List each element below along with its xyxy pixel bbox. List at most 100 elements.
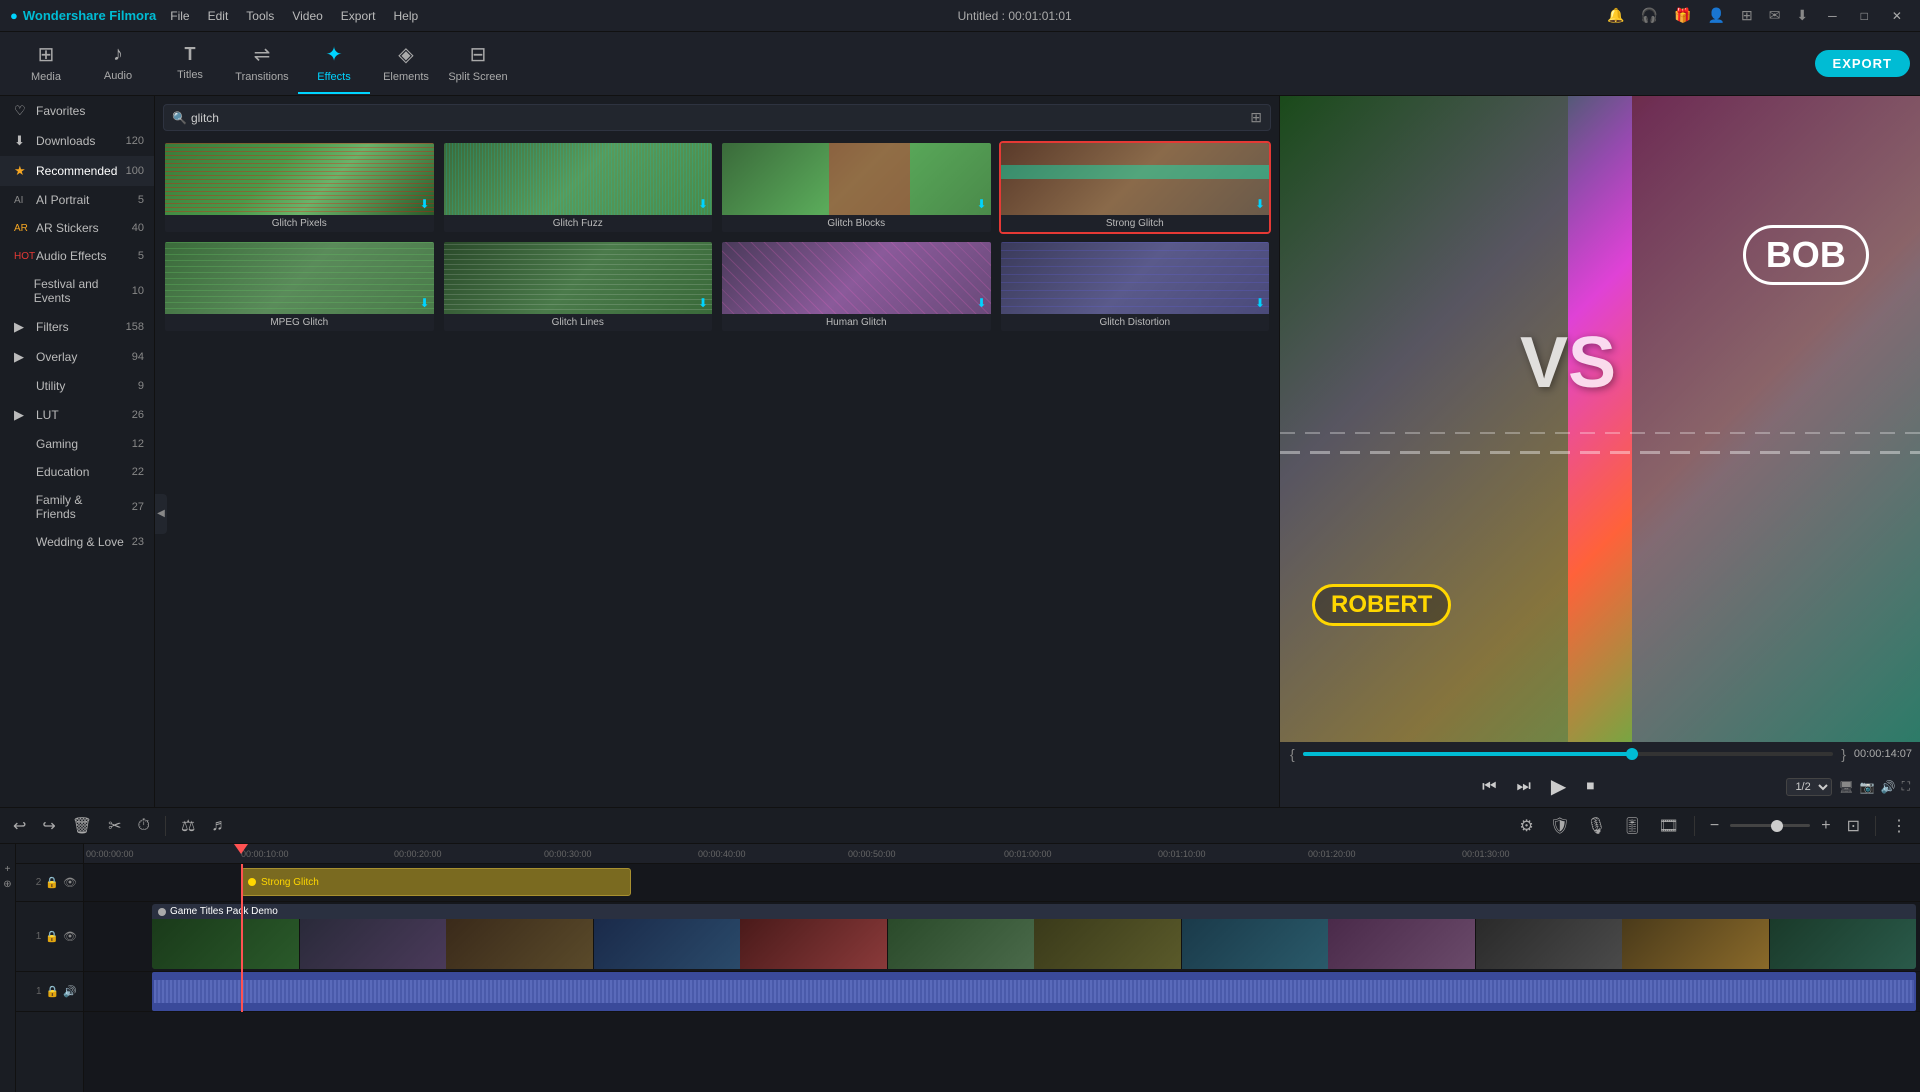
mail-icon[interactable]: ✉ bbox=[1765, 5, 1785, 26]
search-input[interactable] bbox=[191, 111, 1250, 125]
menu-file[interactable]: File bbox=[162, 7, 197, 25]
effect-human-glitch[interactable]: ⬇ Human Glitch bbox=[720, 240, 993, 333]
zoom-in-button[interactable]: + bbox=[1816, 815, 1835, 837]
playback-center: ⏮ ⏭ ▶ ⏹ bbox=[1476, 772, 1600, 801]
menu-edit[interactable]: Edit bbox=[200, 7, 237, 25]
progress-knob[interactable] bbox=[1626, 748, 1638, 760]
screenshot-icon[interactable]: 📷 bbox=[1860, 780, 1875, 794]
zoom-out-button[interactable]: − bbox=[1705, 815, 1724, 837]
add-audio-track-icon[interactable]: ⊕ bbox=[3, 879, 11, 890]
cut-button[interactable]: ✂ bbox=[103, 814, 126, 838]
effect-glitch-blocks[interactable]: ⬇ Glitch Blocks bbox=[720, 141, 993, 234]
effect-strong-glitch[interactable]: ⬇ Strong Glitch bbox=[999, 141, 1272, 234]
shield-button[interactable]: 🛡 bbox=[1545, 814, 1575, 838]
fullscreen-icon[interactable]: ⛶ bbox=[1902, 779, 1910, 794]
audio-adjust-button[interactable]: ♬ bbox=[206, 815, 232, 837]
sidebar-item-favorites[interactable]: ♡ Favorites bbox=[0, 96, 154, 126]
fit-button[interactable]: ⊡ bbox=[1842, 814, 1865, 838]
clip-dot bbox=[158, 908, 166, 916]
page-select[interactable]: 1/2 2/2 bbox=[1786, 778, 1832, 796]
voiceover-button[interactable]: 🎚 bbox=[1617, 814, 1647, 838]
skip-back-button[interactable]: ⏮ bbox=[1476, 776, 1502, 798]
more-button[interactable]: ⋮ bbox=[1886, 814, 1912, 838]
sidebar-item-ar-stickers[interactable]: AR AR Stickers 40 bbox=[0, 214, 154, 242]
step-back-button[interactable]: ⏭ bbox=[1511, 776, 1537, 798]
sidebar-item-lut[interactable]: ▶ LUT 26 bbox=[0, 400, 154, 430]
sidebar-item-education[interactable]: Education 22 bbox=[0, 458, 154, 486]
lock-icon[interactable]: 🔒 bbox=[45, 930, 59, 943]
preview-progress-bar-area: { } 00:00:14:07 bbox=[1280, 742, 1920, 766]
headset-icon[interactable]: 🎧 bbox=[1637, 5, 1662, 26]
timeline-ruler[interactable]: 00:00:00:00 00:00:10:00 00:00:20:00 00:0… bbox=[84, 844, 1920, 864]
monitor-icon[interactable]: 🖥 bbox=[1838, 780, 1853, 794]
sidebar-item-overlay[interactable]: ▶ Overlay 94 bbox=[0, 342, 154, 372]
lock-icon[interactable]: 🔒 bbox=[45, 876, 59, 889]
menu-export[interactable]: Export bbox=[333, 7, 384, 25]
titlebar: ● Wondershare Filmora File Edit Tools Vi… bbox=[0, 0, 1920, 32]
sidebar-item-ai-portrait[interactable]: AI AI Portrait 5 bbox=[0, 186, 154, 214]
redo-button[interactable]: ↪ bbox=[37, 814, 60, 838]
sidebar-item-audio-effects[interactable]: HOT Audio Effects 5 bbox=[0, 242, 154, 270]
sidebar-item-family-friends[interactable]: Family & Friends 27 bbox=[0, 486, 154, 528]
eye-icon[interactable]: 👁 bbox=[63, 930, 77, 943]
effect-mpeg-glitch[interactable]: ⬇ MPEG Glitch bbox=[163, 240, 436, 333]
close-button[interactable]: ✕ bbox=[1884, 7, 1910, 25]
adjust-button[interactable]: ⚖ bbox=[176, 814, 200, 838]
menu-help[interactable]: Help bbox=[385, 7, 426, 25]
notification-icon[interactable]: 🔔 bbox=[1603, 5, 1628, 26]
ai-portrait-icon: AI bbox=[14, 195, 30, 206]
person-icon[interactable]: 👤 bbox=[1704, 5, 1729, 26]
grid-icon[interactable]: ⊞ bbox=[1737, 5, 1757, 26]
toolbar-transitions[interactable]: ⇌ Transitions bbox=[226, 34, 298, 94]
gift-icon[interactable]: 🎁 bbox=[1670, 5, 1695, 26]
effect-glitch-lines[interactable]: ⬇ Glitch Lines bbox=[442, 240, 715, 333]
toolbar-media[interactable]: ⊞ Media bbox=[10, 34, 82, 94]
mic-button[interactable]: 🎙 bbox=[1581, 814, 1611, 838]
grid-toggle-icon[interactable]: ⊞ bbox=[1250, 109, 1262, 126]
sidebar-item-gaming[interactable]: Gaming 12 bbox=[0, 430, 154, 458]
snapshot-button[interactable]: ⏱ bbox=[133, 815, 155, 837]
mark-out-button[interactable]: } bbox=[1839, 746, 1848, 762]
menu-tools[interactable]: Tools bbox=[238, 7, 282, 25]
delete-button[interactable]: 🗑 bbox=[67, 814, 97, 838]
sidebar-item-downloads[interactable]: ⬇ Downloads 120 bbox=[0, 126, 154, 156]
stop-button[interactable]: ⏹ bbox=[1580, 776, 1600, 798]
minimize-button[interactable]: ─ bbox=[1820, 7, 1845, 25]
export-button[interactable]: EXPORT bbox=[1815, 50, 1910, 77]
menu-video[interactable]: Video bbox=[284, 7, 330, 25]
sidebar-item-festival-events[interactable]: Festival and Events 10 bbox=[0, 270, 154, 312]
sidebar-item-filters[interactable]: ▶ Filters 158 bbox=[0, 312, 154, 342]
download-icon[interactable]: ⬇ bbox=[1792, 5, 1812, 26]
add-video-track-icon[interactable]: + bbox=[5, 864, 11, 875]
collapse-sidebar-button[interactable]: ◀ bbox=[155, 494, 167, 534]
eye-icon[interactable]: 👁 bbox=[63, 876, 77, 889]
color-button[interactable]: 🎞 bbox=[1654, 814, 1684, 838]
zoom-slider[interactable] bbox=[1730, 824, 1810, 827]
volume-icon[interactable]: 🔊 bbox=[63, 985, 77, 998]
toolbar-audio[interactable]: ♪ Audio bbox=[82, 34, 154, 94]
effect-thumb: ⬇ bbox=[722, 143, 991, 215]
preview-video: BOB VS ROBERT bbox=[1280, 96, 1920, 742]
toolbar-elements[interactable]: ◈ Elements bbox=[370, 34, 442, 94]
toolbar-split-screen[interactable]: ⊟ Split Screen bbox=[442, 34, 514, 94]
maximize-button[interactable]: □ bbox=[1853, 7, 1876, 25]
lock-icon[interactable]: 🔒 bbox=[46, 985, 60, 998]
sidebar-item-wedding-love[interactable]: Wedding & Love 23 bbox=[0, 528, 154, 556]
video-clip[interactable]: Game Titles Pack Demo bbox=[152, 904, 1916, 969]
effect-glitch-fuzz[interactable]: ⬇ Glitch Fuzz bbox=[442, 141, 715, 234]
toolbar-titles[interactable]: T Titles bbox=[154, 34, 226, 94]
sidebar-item-utility[interactable]: Utility 9 bbox=[0, 372, 154, 400]
mark-in-button[interactable]: { bbox=[1288, 746, 1297, 762]
sidebar-item-recommended[interactable]: ★ Recommended 100 bbox=[0, 156, 154, 186]
audio-icon: ♪ bbox=[113, 43, 123, 66]
play-button[interactable]: ▶ bbox=[1545, 772, 1572, 801]
progress-bar[interactable] bbox=[1303, 752, 1834, 756]
undo-button[interactable]: ↩ bbox=[8, 814, 31, 838]
ai-button[interactable]: ⚙ bbox=[1514, 814, 1538, 838]
toolbar-effects[interactable]: ✦ Effects bbox=[298, 34, 370, 94]
effect-glitch-pixels[interactable]: ⬇ Glitch Pixels bbox=[163, 141, 436, 234]
volume-icon[interactable]: 🔊 bbox=[1881, 780, 1896, 794]
video-frame bbox=[594, 919, 741, 969]
effect-glitch-distortion[interactable]: ⬇ Glitch Distortion bbox=[999, 240, 1272, 333]
effect-clip-strong-glitch[interactable]: Strong Glitch bbox=[241, 868, 631, 896]
